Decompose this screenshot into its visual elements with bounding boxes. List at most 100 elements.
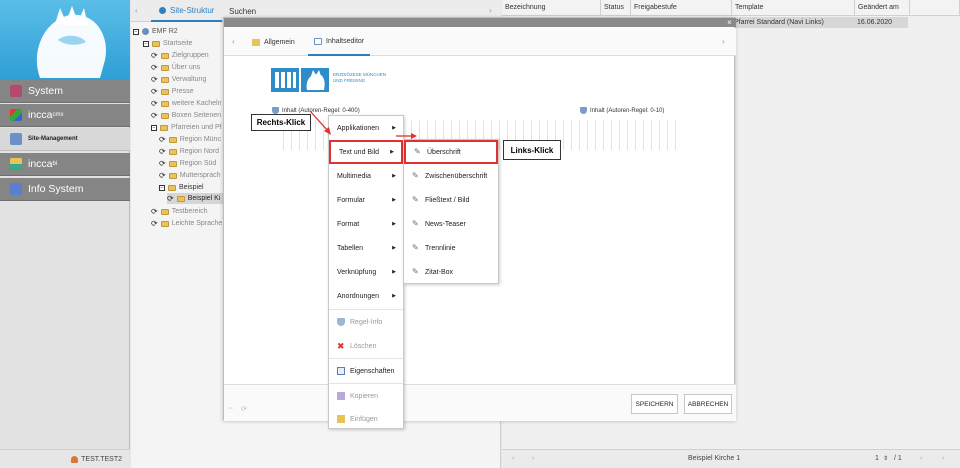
tree-node[interactable]: − Pfarreien und Pf [151, 122, 222, 133]
menu-item-label: Verknüpfung [337, 268, 377, 276]
sync-icon: ⟳ [167, 194, 174, 203]
chevron-left-icon[interactable]: ‹ [232, 37, 235, 46]
nav-label: Info System [28, 183, 84, 195]
submenu-item-zitat-box[interactable]: ✎ Zitat-Box [404, 260, 498, 284]
tree-node[interactable]: ⟳ Leichte Sprache [151, 218, 222, 229]
menu-item-kopieren[interactable]: Kopieren [329, 384, 403, 408]
menu-item-loeschen[interactable]: ✖ Löschen [329, 334, 403, 358]
nav-item-incca-bi[interactable]: incca bi [0, 153, 130, 176]
paste-icon [337, 415, 345, 423]
submenu-item-fliesstext-bild[interactable]: ✎ Fließtext / Bild [404, 188, 498, 212]
chevron-left-icon[interactable]: ‹ [512, 455, 514, 462]
menu-item-label: Eigenschaften [350, 367, 395, 375]
menu-item-label: Formular [337, 196, 366, 204]
page-number[interactable]: 1 [875, 455, 879, 462]
close-icon[interactable]: × [725, 18, 734, 27]
tree-node[interactable]: ⟳ Region Münc [159, 134, 221, 145]
menu-item-eigenschaften[interactable]: Eigenschaften [329, 359, 403, 383]
menu-item-label: Multimedia [337, 172, 371, 180]
page-stepper-icon[interactable]: ⇕ [883, 455, 888, 462]
tree-node[interactable]: ⟳ Über uns [151, 62, 200, 73]
chevron-right-icon[interactable]: › [942, 455, 944, 462]
tree-node[interactable]: − Beispiel [159, 182, 204, 193]
tab-label: Site-Struktur [170, 5, 215, 15]
chevron-left-icon[interactable]: ‹ [135, 6, 138, 15]
tree-node[interactable]: ⟳ weitere Kacheln [151, 98, 222, 109]
cancel-button[interactable]: ABBRECHEN [684, 394, 732, 414]
column-header[interactable]: Geändert am [855, 0, 910, 16]
refresh-icon[interactable]: ⟳ [241, 405, 247, 413]
nav-label: Site-Management [28, 136, 78, 142]
menu-item-einfuegen[interactable]: Einfügen [329, 407, 403, 431]
sync-icon: ⟳ [151, 99, 158, 108]
logo-text-line: UND FREISING [333, 78, 366, 83]
tree-node[interactable]: ⟳ Verwaltung [151, 74, 206, 85]
folder-icon [168, 160, 177, 167]
cancel-button-label: ABBRECHEN [687, 400, 729, 408]
collapse-icon[interactable]: − [159, 184, 165, 191]
tree-node[interactable]: − Startseite [143, 38, 193, 49]
tree-node[interactable]: ⟳ Zielgruppen [151, 50, 209, 61]
column-header[interactable]: Template [732, 0, 855, 16]
tree-node[interactable]: ⟳ Boxen Seitenen [151, 110, 221, 121]
tree-node[interactable]: − EMF R2 [133, 26, 178, 37]
chevron-right-icon[interactable]: › [489, 6, 492, 15]
chevron-right-icon[interactable]: › [532, 455, 534, 462]
tab-allgemein[interactable]: Allgemein [246, 28, 301, 56]
folder-icon [160, 208, 169, 215]
dialog-titlebar: × [224, 18, 736, 27]
tree-node[interactable]: ⟳ Region Nord [159, 146, 219, 157]
menu-item-verknuepfung[interactable]: Verknüpfung ▶ [329, 260, 403, 284]
nav-item-incca-cmx[interactable]: incca cmx [0, 104, 130, 127]
folder-icon [152, 40, 160, 47]
tree-node[interactable]: ⟳ Testbereich [151, 206, 208, 217]
system-icon [10, 85, 22, 97]
column-header[interactable]: Bezeichnung [502, 0, 601, 16]
expand-icon[interactable]: ⇔ [227, 405, 234, 412]
submenu-arrow-icon: ▶ [392, 173, 396, 179]
column-header[interactable]: Status [601, 0, 631, 16]
menu-item-regel-info[interactable]: Regel-Info [329, 310, 403, 334]
tree-node[interactable]: ⟳ Muttersprach [159, 170, 221, 181]
nav-item-system[interactable]: System [0, 80, 130, 103]
folder-icon [252, 38, 260, 46]
tab-label: Allgemein [264, 38, 295, 46]
tree-node-selected[interactable]: ⟳ Beispiel Ki [167, 193, 225, 204]
menu-item-anordnungen[interactable]: Anordnungen ▶ [329, 284, 403, 308]
submenu-item-trennlinie[interactable]: ✎ Trennlinie [404, 236, 498, 260]
chevron-left-icon[interactable]: ‹ [920, 455, 922, 462]
tree-node[interactable]: ⟳ Presse [151, 86, 194, 97]
tree-node[interactable]: ⟳ Region Süd [159, 158, 216, 169]
submenu-item-zwischenueberschrift[interactable]: ✎ Zwischenüberschrift [404, 164, 498, 188]
cubes-icon [10, 109, 22, 121]
sitemap-icon [10, 133, 22, 145]
submenu-item-news-teaser[interactable]: ✎ News-Teaser [404, 212, 498, 236]
nav-item-info-system[interactable]: Info System [0, 178, 130, 201]
tree-node-label: Region Süd [179, 160, 217, 167]
main-navigation: System incca cmx Site-Management incca bi … [0, 0, 130, 468]
column-header[interactable]: Freigabestufe [631, 0, 732, 16]
tab-inhaltseditor[interactable]: Inhaltseditor [308, 28, 371, 56]
sync-icon: ⟳ [159, 147, 166, 156]
menu-item-format[interactable]: Format ▶ [329, 212, 403, 236]
tree-node-label: Startseite [163, 40, 193, 47]
nav-item-site-management[interactable]: Site-Management [0, 128, 130, 151]
collapse-icon[interactable]: − [143, 40, 149, 47]
submenu-arrow-icon: ▶ [392, 269, 396, 275]
menu-item-formular[interactable]: Formular ▶ [329, 188, 403, 212]
menu-item-tabellen[interactable]: Tabellen ▶ [329, 236, 403, 260]
collapse-icon[interactable]: − [133, 28, 139, 35]
content-area-label[interactable]: Inhalt (Autoren-Regel: 0-10) [580, 107, 664, 114]
menu-item-multimedia[interactable]: Multimedia ▶ [329, 164, 403, 188]
submenu-arrow-icon: ▶ [392, 197, 396, 203]
folder-icon [176, 195, 185, 202]
logo-text: ERZDIÖZESE MÜNCHEN UND FREISING [333, 72, 386, 84]
collapse-icon[interactable]: − [151, 124, 157, 131]
tree-node-label: Region Münc [179, 136, 221, 143]
diocese-logo: ERZDIÖZESE MÜNCHEN UND FREISING [271, 68, 395, 92]
chevron-right-icon[interactable]: › [722, 37, 725, 46]
tab-site-struktur[interactable]: Site-Struktur [151, 0, 223, 22]
current-user[interactable]: TEST.TEST2 [0, 449, 130, 468]
user-name: TEST.TEST2 [81, 455, 122, 463]
save-button[interactable]: SPEICHERN [631, 394, 678, 414]
